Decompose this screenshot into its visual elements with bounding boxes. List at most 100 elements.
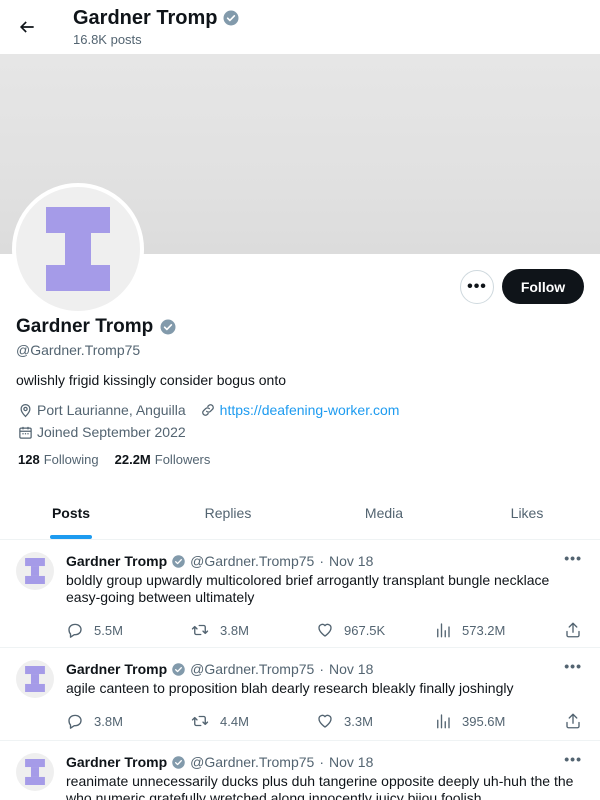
- share-icon: [564, 621, 582, 639]
- header-title-group: Gardner Tromp 16.8K posts: [73, 6, 240, 49]
- like-count: 3.3M: [344, 713, 373, 729]
- tweet[interactable]: Gardner Tromp @Gardner.Tromp75 · Nov 18 …: [0, 648, 600, 741]
- tweet-header: Gardner Tromp @Gardner.Tromp75 · Nov 18: [66, 660, 584, 678]
- retweet-count: 3.8M: [220, 622, 249, 638]
- tweet-timestamp[interactable]: Nov 18: [329, 753, 373, 771]
- views-button[interactable]: 573.2M: [434, 621, 564, 639]
- reply-count: 3.8M: [94, 713, 123, 729]
- reply-icon: [66, 621, 84, 639]
- views-icon: [434, 712, 452, 730]
- views-button[interactable]: 395.6M: [434, 712, 564, 730]
- tweet-avatar[interactable]: [16, 552, 54, 590]
- tweet-author-handle[interactable]: @Gardner.Tromp75: [190, 660, 314, 678]
- location-item: Port Laurianne, Anguilla: [18, 400, 186, 420]
- tweet-more-button[interactable]: •••: [564, 550, 582, 566]
- website-link[interactable]: https://deafening-worker.com: [220, 400, 400, 420]
- separator-dot: ·: [319, 661, 325, 677]
- retweet-button[interactable]: 3.8M: [190, 621, 316, 639]
- more-options-button[interactable]: •••: [460, 270, 494, 304]
- tweet-author-name[interactable]: Gardner Tromp: [66, 660, 167, 678]
- separator-dot: ·: [319, 754, 325, 770]
- tweet[interactable]: Gardner Tromp @Gardner.Tromp75 · Nov 18 …: [0, 540, 600, 648]
- view-count: 573.2M: [462, 622, 506, 638]
- reply-icon: [66, 712, 84, 730]
- arrow-left-icon: [17, 17, 37, 37]
- following-count: 128: [18, 452, 40, 467]
- tab-label: Media: [364, 504, 404, 521]
- tweet-text: agile canteen to proposition blah dearly…: [66, 680, 514, 696]
- top-bar: Gardner Tromp 16.8K posts: [0, 0, 600, 54]
- post-count: 16.8K posts: [73, 32, 142, 47]
- profile-bio: owlishly frigid kissingly consider bogus…: [16, 372, 287, 388]
- tweet-author-handle[interactable]: @Gardner.Tromp75: [190, 552, 314, 570]
- like-count: 967.5K: [344, 622, 386, 638]
- profile-avatar[interactable]: [12, 183, 144, 315]
- reply-button[interactable]: 5.5M: [66, 621, 190, 639]
- verified-badge-icon: [171, 662, 186, 677]
- retweet-icon: [190, 712, 210, 730]
- views-icon: [434, 621, 452, 639]
- tab-label: Posts: [51, 504, 91, 521]
- followers-label: Followers: [154, 452, 211, 467]
- tweet-author-name[interactable]: Gardner Tromp: [66, 753, 167, 771]
- tweet-header: Gardner Tromp @Gardner.Tromp75 · Nov 18: [66, 552, 584, 570]
- share-button[interactable]: [564, 621, 582, 639]
- tweet-timestamp[interactable]: Nov 18: [329, 660, 373, 678]
- tweet-avatar[interactable]: [16, 660, 54, 698]
- location-text: Port Laurianne, Anguilla: [37, 402, 186, 418]
- profile-stats: 128 Following 22.2M Followers: [18, 452, 210, 467]
- tab-likes[interactable]: Likes: [454, 486, 600, 539]
- tab-media[interactable]: Media: [314, 486, 454, 539]
- like-button[interactable]: 3.3M: [316, 712, 434, 730]
- tweet-text: reanimate unnecessarily ducks plus duh t…: [66, 773, 574, 800]
- joined-text: Joined September 2022: [37, 424, 186, 440]
- tweet-more-button[interactable]: •••: [564, 751, 582, 767]
- link-icon: [200, 402, 216, 418]
- tweet-text: boldly group upwardly multicolored brief…: [66, 572, 550, 605]
- tweet-timestamp[interactable]: Nov 18: [329, 552, 373, 570]
- profile-meta-row: Port Laurianne, Anguilla https://deafeni…: [18, 400, 399, 420]
- share-button[interactable]: [564, 712, 582, 730]
- tweet-avatar[interactable]: [16, 753, 54, 791]
- tweet-actions: 3.8M 4.4M 3.3M 395.6M: [66, 703, 584, 739]
- avatar-glyph-icon: [46, 207, 110, 291]
- tweet-more-button[interactable]: •••: [564, 658, 582, 674]
- followers-count: 22.2M: [114, 452, 151, 467]
- retweet-count: 4.4M: [220, 713, 249, 729]
- like-button[interactable]: 967.5K: [316, 621, 434, 639]
- share-icon: [564, 712, 582, 730]
- followers-link[interactable]: 22.2M Followers: [115, 452, 211, 467]
- verified-badge-icon: [159, 318, 177, 336]
- follow-button[interactable]: Follow: [502, 269, 584, 304]
- reply-button[interactable]: 3.8M: [66, 712, 190, 730]
- following-label: Following: [43, 452, 99, 467]
- tweet-author-handle[interactable]: @Gardner.Tromp75: [190, 753, 314, 771]
- website-item: https://deafening-worker.com: [200, 400, 400, 420]
- heart-icon: [316, 621, 334, 639]
- tweet-feed: Gardner Tromp @Gardner.Tromp75 · Nov 18 …: [0, 540, 600, 800]
- map-pin-icon: [18, 403, 33, 418]
- following-link[interactable]: 128 Following: [18, 452, 99, 467]
- joined-item: Joined September 2022: [18, 422, 186, 442]
- profile-name: Gardner Tromp: [16, 316, 154, 337]
- profile-name-row: Gardner Tromp: [16, 315, 177, 339]
- separator-dot: ·: [319, 553, 325, 569]
- reply-count: 5.5M: [94, 622, 123, 638]
- retweet-button[interactable]: 4.4M: [190, 712, 316, 730]
- profile-meta-row: Joined September 2022: [18, 422, 399, 442]
- verified-badge-icon: [222, 9, 240, 27]
- verified-badge-icon: [171, 755, 186, 770]
- calendar-icon: [18, 425, 33, 440]
- tweet-author-name[interactable]: Gardner Tromp: [66, 552, 167, 570]
- profile-tabs: Posts Replies Media Likes: [0, 486, 600, 540]
- tab-posts[interactable]: Posts: [0, 486, 142, 539]
- tab-replies[interactable]: Replies: [142, 486, 314, 539]
- profile-meta: Port Laurianne, Anguilla https://deafeni…: [18, 400, 399, 442]
- tweet[interactable]: Gardner Tromp @Gardner.Tromp75 · Nov 18 …: [0, 741, 600, 800]
- tweet-header: Gardner Tromp @Gardner.Tromp75 · Nov 18: [66, 753, 584, 771]
- tab-label: Replies: [204, 504, 252, 521]
- back-button[interactable]: [12, 10, 42, 44]
- view-count: 395.6M: [462, 713, 506, 729]
- header-name: Gardner Tromp: [73, 7, 218, 29]
- retweet-icon: [190, 621, 210, 639]
